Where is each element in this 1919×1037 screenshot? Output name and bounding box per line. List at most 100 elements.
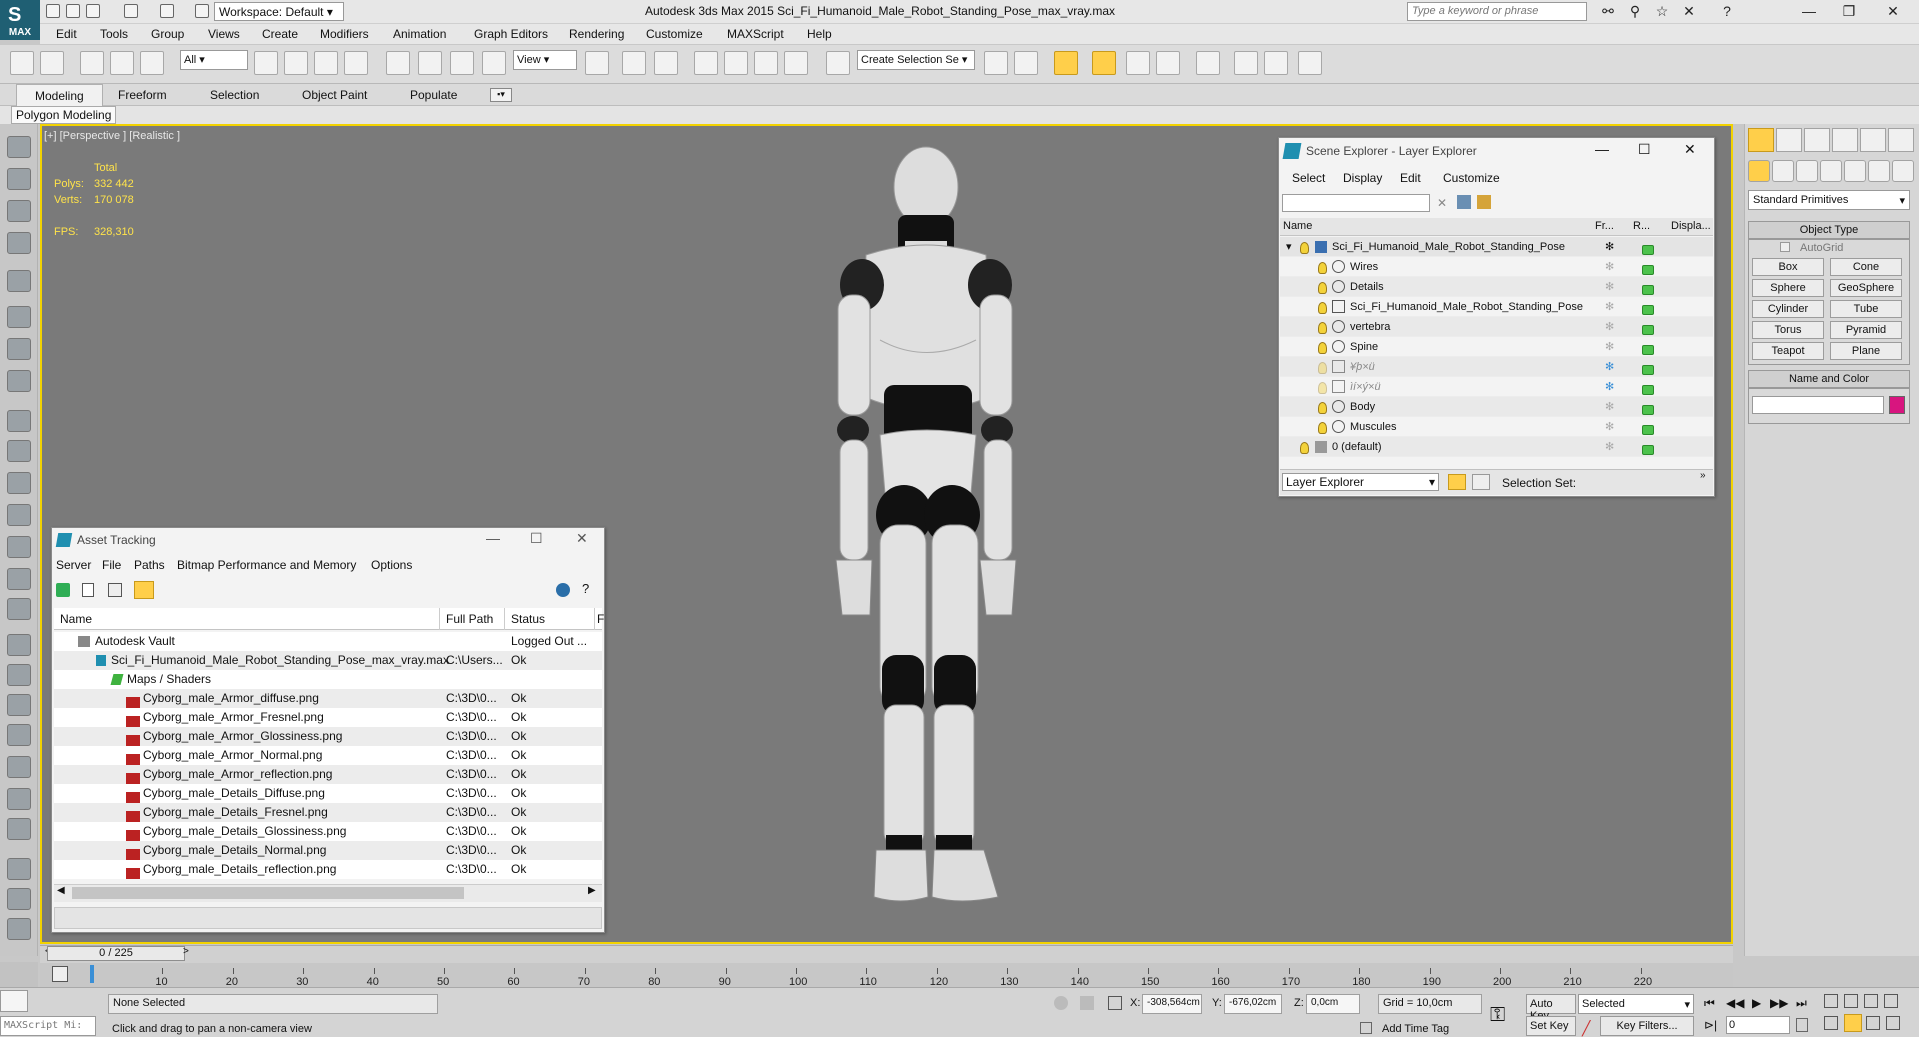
redo-icon[interactable] (40, 51, 64, 75)
menu-group[interactable]: Group (151, 27, 184, 41)
material-editor-icon[interactable] (1196, 51, 1220, 75)
maximize-viewport-icon[interactable] (1886, 1016, 1900, 1030)
column-divider[interactable] (439, 608, 440, 630)
asset-row[interactable]: Sci_Fi_Humanoid_Male_Robot_Standing_Pose… (54, 651, 602, 670)
asset-row[interactable]: Cyborg_male_Details_Fresnel.png C:\3D\0.… (54, 803, 602, 823)
shapes-icon[interactable] (1772, 160, 1794, 182)
column-divider[interactable] (504, 608, 505, 630)
edit-named-selection-icon[interactable] (826, 51, 850, 75)
link-icon[interactable] (80, 51, 104, 75)
asset-menu-server[interactable]: Server (56, 558, 91, 572)
redo-icon[interactable] (160, 4, 174, 18)
col-name[interactable]: Name (60, 612, 92, 626)
box-button[interactable]: Box (1752, 258, 1824, 276)
plant-icon[interactable] (7, 756, 31, 778)
layer-row[interactable]: Wires ✻ (1280, 257, 1713, 277)
refresh-icon[interactable] (56, 583, 70, 597)
render-setup-icon[interactable] (1234, 51, 1258, 75)
undo-icon[interactable] (10, 51, 34, 75)
ribbon-tab-modeling[interactable]: Modeling (16, 84, 103, 106)
freeze-on-icon[interactable]: ✻ (1605, 377, 1614, 397)
hierarchy-tab-icon[interactable] (1804, 128, 1830, 152)
percent-snap-icon[interactable] (754, 51, 778, 75)
asset-minimize-icon[interactable]: — (486, 530, 500, 546)
polygon-modeling-panel[interactable]: Polygon Modeling (11, 106, 117, 124)
freeze-icon[interactable]: ✻ (1605, 257, 1614, 277)
create-tab-icon[interactable] (1748, 128, 1774, 152)
set-key-button[interactable]: Set Key (1526, 1016, 1576, 1036)
stairs-icon[interactable] (7, 788, 31, 810)
freeze-on-icon[interactable]: ✻ (1605, 357, 1614, 377)
menu-modifiers[interactable]: Modifiers (320, 27, 369, 41)
clear-search-icon[interactable]: ✕ (1437, 196, 1447, 210)
menu-create[interactable]: Create (262, 27, 298, 41)
column-divider[interactable] (594, 608, 595, 630)
freeze-icon[interactable]: ✻ (1605, 317, 1614, 337)
select-manipulate-icon[interactable] (622, 51, 646, 75)
col-status[interactable]: Status (511, 612, 545, 626)
render-teapot-icon[interactable] (1642, 442, 1654, 462)
asset-maximize-icon[interactable]: ☐ (530, 530, 543, 547)
menu-animation[interactable]: Animation (393, 27, 446, 41)
scene-explorer-maximize-icon[interactable]: ☐ (1638, 141, 1651, 158)
helpers-icon[interactable] (1844, 160, 1866, 182)
pyramid-button[interactable]: Pyramid (1830, 321, 1902, 339)
ribbon-options-button[interactable]: ▪▾ (490, 88, 512, 102)
scene-explorer-minimize-icon[interactable]: — (1595, 141, 1609, 157)
orbit-icon[interactable] (1866, 1016, 1880, 1030)
current-frame-marker[interactable] (90, 965, 94, 983)
lock-icon[interactable] (1080, 996, 1094, 1010)
ribbon-tab-freeform[interactable]: Freeform (100, 84, 185, 106)
select-by-name-icon[interactable] (284, 51, 308, 75)
minimize-icon[interactable]: — (1796, 3, 1822, 21)
time-config-icon[interactable] (1796, 1018, 1808, 1032)
named-selection-dropdown[interactable]: Create Selection Se ▾ (857, 50, 975, 70)
bind-space-warp-icon[interactable] (140, 51, 164, 75)
tree-view-icon[interactable] (108, 583, 122, 597)
asset-row[interactable]: Cyborg_male_Details_Diffuse.png C:\3D\0.… (54, 784, 602, 804)
asset-row[interactable]: Maps / Shaders (54, 670, 602, 689)
goto-end-icon[interactable]: ⏭ (1796, 996, 1807, 1011)
save-file-icon[interactable] (86, 4, 100, 18)
copy-icon[interactable] (7, 888, 31, 910)
key-filters-icon[interactable]: ╱ (1582, 1020, 1590, 1037)
curve-editor-icon[interactable] (1126, 51, 1150, 75)
unlink-icon[interactable] (110, 51, 134, 75)
play-icon[interactable]: ▶ (1752, 996, 1761, 1010)
ribbon-tab-populate[interactable]: Populate (392, 84, 475, 106)
key-mode-dropdown[interactable]: Selected ▾ (1578, 994, 1694, 1014)
teapot-icon[interactable] (7, 136, 31, 158)
autogrid-checkbox[interactable] (1780, 242, 1790, 252)
filter-icon[interactable] (1457, 195, 1471, 209)
reference-coordinate-dropdown[interactable]: View ▾ (513, 50, 577, 70)
plane-grid-icon[interactable] (7, 634, 31, 656)
isolate-icon[interactable] (1054, 996, 1068, 1010)
box-primitive-icon[interactable] (7, 410, 31, 432)
hierarchy-toolbar-icon[interactable] (1472, 474, 1490, 490)
menu-tools[interactable]: Tools (100, 27, 128, 41)
layer-row[interactable]: Muscules ✻ (1280, 417, 1713, 437)
track-bar[interactable] (40, 963, 1733, 987)
mirror-icon[interactable] (984, 51, 1008, 75)
freeze-icon[interactable]: ✻ (1605, 277, 1614, 297)
help-icon[interactable]: ? (1714, 3, 1740, 21)
absolute-mode-icon[interactable] (1108, 996, 1122, 1010)
rendered-frame-window-icon[interactable] (1264, 51, 1288, 75)
star-icon[interactable]: ☆ (1649, 3, 1675, 21)
asset-menu-paths[interactable]: Paths (134, 558, 165, 572)
col-full-path[interactable]: Full Path (446, 612, 493, 626)
menu-graph-editors[interactable]: Graph Editors (474, 27, 548, 41)
scene-explorer-close-icon[interactable]: ✕ (1684, 141, 1696, 158)
asset-row[interactable]: Cyborg_male_Details_Normal.png C:\3D\0..… (54, 841, 602, 861)
asset-row[interactable]: Cyborg_male_Armor_Glossiness.png C:\3D\0… (54, 727, 602, 747)
col-display[interactable]: Displa... (1671, 220, 1711, 232)
move-icon[interactable] (386, 51, 410, 75)
layer-row[interactable]: vertebra ✻ (1280, 317, 1713, 337)
scene-explorer-menu-select[interactable]: Select (1292, 171, 1325, 185)
key-icon[interactable]: ⚲ (1622, 3, 1648, 21)
fountain-icon[interactable] (7, 694, 31, 716)
cat-icon[interactable] (7, 370, 31, 392)
geometry-icon[interactable] (1748, 160, 1770, 182)
layers-icon[interactable] (7, 232, 31, 254)
select-object-icon[interactable] (254, 51, 278, 75)
